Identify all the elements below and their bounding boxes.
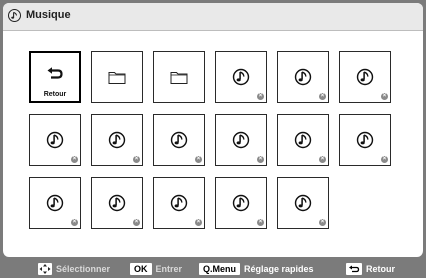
folder-icon bbox=[170, 70, 188, 85]
unplayable-badge-icon: × bbox=[381, 93, 388, 100]
unplayable-badge-icon: × bbox=[319, 156, 326, 163]
folder-icon bbox=[108, 70, 126, 85]
music-note-icon bbox=[294, 131, 312, 149]
music-note-icon bbox=[356, 68, 374, 86]
music-note-icon bbox=[8, 9, 21, 22]
unplayable-badge-icon: × bbox=[257, 219, 264, 226]
music-file-tile[interactable]: × bbox=[215, 51, 267, 103]
folder-tile[interactable] bbox=[91, 51, 143, 103]
music-file-tile[interactable]: × bbox=[91, 177, 143, 229]
music-note-icon bbox=[294, 68, 312, 86]
music-browser-panel: Musique Retour × × × × × × × × × × × × × × bbox=[3, 3, 423, 257]
folder-tile[interactable] bbox=[153, 51, 205, 103]
tile-label: Retour bbox=[43, 91, 67, 98]
music-file-tile[interactable]: × bbox=[215, 177, 267, 229]
music-note-icon bbox=[170, 194, 188, 212]
unplayable-badge-icon: × bbox=[319, 93, 326, 100]
music-note-icon bbox=[46, 131, 64, 149]
back-tile[interactable]: Retour bbox=[29, 51, 81, 103]
qmenu-key: Q.Menu bbox=[199, 262, 240, 275]
page-title: Musique bbox=[26, 9, 71, 21]
music-note-icon bbox=[108, 194, 126, 212]
music-file-tile[interactable]: × bbox=[277, 51, 329, 103]
footer-qmenu-label: Réglage rapides bbox=[244, 263, 314, 274]
music-file-tile[interactable]: × bbox=[215, 114, 267, 166]
footer-select-label: Sélectionner bbox=[56, 263, 111, 274]
dpad-icon bbox=[38, 262, 52, 275]
music-note-icon bbox=[232, 68, 250, 86]
music-note-icon bbox=[170, 131, 188, 149]
unplayable-badge-icon: × bbox=[71, 219, 78, 226]
music-file-tile[interactable]: × bbox=[153, 177, 205, 229]
unplayable-badge-icon: × bbox=[381, 156, 388, 163]
music-note-icon bbox=[356, 131, 374, 149]
music-file-tile[interactable]: × bbox=[339, 51, 391, 103]
music-file-tile[interactable]: × bbox=[277, 114, 329, 166]
unplayable-badge-icon: × bbox=[195, 219, 202, 226]
unplayable-badge-icon: × bbox=[133, 219, 140, 226]
unplayable-badge-icon: × bbox=[71, 156, 78, 163]
music-note-icon bbox=[46, 194, 64, 212]
return-arrow-icon bbox=[46, 67, 64, 82]
return-arrow-icon bbox=[346, 262, 362, 275]
footer-enter-label: Entrer bbox=[155, 263, 183, 274]
music-note-icon bbox=[232, 131, 250, 149]
footer-qmenu-hint: Q.Menu Réglage rapides bbox=[199, 259, 314, 278]
header-bar: Musique bbox=[3, 3, 423, 31]
ok-key: OK bbox=[130, 262, 152, 275]
unplayable-badge-icon: × bbox=[257, 93, 264, 100]
footer-help-bar: Sélectionner OK Entrer Q.Menu Réglage ra… bbox=[0, 259, 426, 278]
music-file-tile[interactable]: × bbox=[29, 177, 81, 229]
music-file-tile[interactable]: × bbox=[29, 114, 81, 166]
music-file-tile[interactable]: × bbox=[277, 177, 329, 229]
footer-enter-hint: OK Entrer bbox=[130, 259, 182, 278]
music-file-tile[interactable]: × bbox=[339, 114, 391, 166]
unplayable-badge-icon: × bbox=[133, 156, 140, 163]
footer-back-label: Retour bbox=[366, 263, 395, 274]
unplayable-badge-icon: × bbox=[257, 156, 264, 163]
unplayable-badge-icon: × bbox=[319, 219, 326, 226]
music-note-icon bbox=[232, 194, 250, 212]
music-note-icon bbox=[108, 131, 126, 149]
music-file-tile[interactable]: × bbox=[153, 114, 205, 166]
unplayable-badge-icon: × bbox=[195, 156, 202, 163]
footer-back-hint: Retour bbox=[346, 259, 395, 278]
music-file-tile[interactable]: × bbox=[91, 114, 143, 166]
music-note-icon bbox=[294, 194, 312, 212]
footer-select-hint: Sélectionner bbox=[38, 259, 110, 278]
